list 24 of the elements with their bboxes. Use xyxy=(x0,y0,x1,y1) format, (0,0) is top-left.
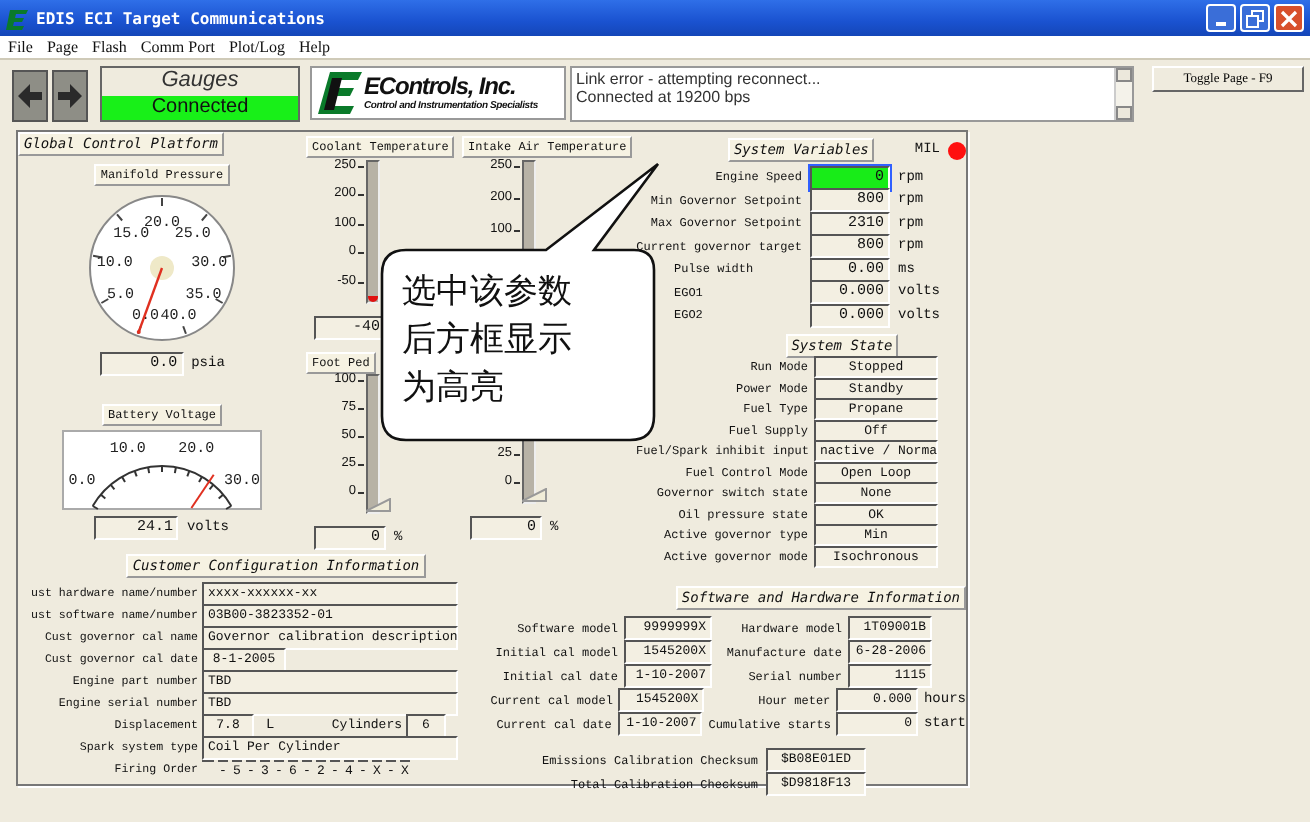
log-line: Link error - attempting reconnect... xyxy=(576,70,823,88)
close-icon xyxy=(1280,9,1298,27)
menu-item[interactable]: Page xyxy=(46,38,79,56)
close-button[interactable] xyxy=(1274,4,1304,32)
menu-item[interactable]: File xyxy=(8,38,33,56)
menu-item[interactable]: Comm Port xyxy=(140,38,215,56)
logo-icon xyxy=(6,7,30,29)
forward-button[interactable] xyxy=(52,70,88,122)
logo-icon xyxy=(318,69,362,117)
log-line: Connected at 19200 bps xyxy=(576,88,753,106)
minimize-button[interactable] xyxy=(1206,4,1236,32)
logo-name: EControls, Inc. xyxy=(364,74,518,100)
left-arrow-icon xyxy=(16,82,44,110)
back-button[interactable] xyxy=(12,70,48,122)
callout-text: 选中该参数后方框显示为高亮 xyxy=(402,270,574,412)
menu-item[interactable]: Flash xyxy=(92,38,127,56)
restore-icon xyxy=(1246,9,1264,27)
right-arrow-icon xyxy=(56,82,84,110)
connection-status: Connected xyxy=(102,96,298,120)
scroll-bar[interactable] xyxy=(1114,68,1132,120)
restore-button[interactable] xyxy=(1240,4,1270,32)
window-title: EDIS ECI Target Communications xyxy=(36,9,327,27)
menu-item[interactable]: Help xyxy=(299,38,331,56)
menu-item[interactable]: Plot/Log xyxy=(228,38,285,56)
